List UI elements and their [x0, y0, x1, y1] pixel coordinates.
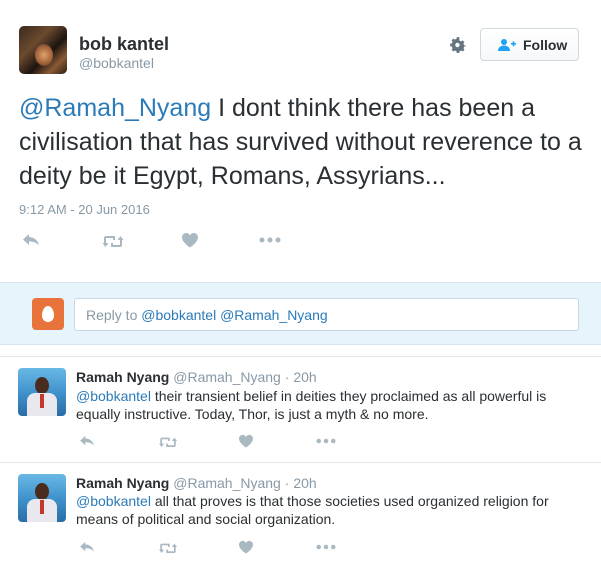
reply-mention[interactable]: @bobkantel	[76, 493, 151, 509]
reply-time[interactable]: 20h	[293, 369, 316, 385]
retweet-icon[interactable]	[156, 432, 180, 450]
avatar[interactable]	[18, 368, 66, 416]
reply-icon[interactable]	[75, 432, 99, 450]
reply-text: @bobkantel all that proves is that those…	[76, 492, 581, 528]
like-icon[interactable]	[234, 538, 258, 556]
reply-input[interactable]: Reply to @bobkantel @Ramah_Nyang	[74, 298, 579, 331]
author-avatar[interactable]	[19, 26, 67, 74]
reply-header: Ramah Nyang @Ramah_Nyang · 20h	[76, 475, 317, 491]
reply-text: @bobkantel their transient belief in dei…	[76, 387, 581, 423]
retweet-icon[interactable]	[101, 231, 125, 249]
avatar[interactable]	[18, 474, 66, 522]
gear-icon[interactable]	[447, 34, 469, 56]
egg-avatar-icon	[32, 298, 64, 330]
reply-mentions: @bobkantel @Ramah_Nyang	[141, 306, 328, 323]
reply-compose-area: Reply to @bobkantel @Ramah_Nyang	[0, 282, 601, 345]
more-icon[interactable]	[258, 231, 282, 249]
author-name[interactable]: bob kantel	[79, 34, 169, 55]
reply-tweet: Ramah Nyang @Ramah_Nyang · 20h @bobkante…	[0, 463, 601, 568]
reply-author-handle[interactable]: @Ramah_Nyang	[173, 369, 281, 385]
reply-header: Ramah Nyang @Ramah_Nyang · 20h	[76, 369, 317, 385]
reply-author-name[interactable]: Ramah Nyang	[76, 475, 169, 491]
reply-mention[interactable]: @bobkantel	[76, 388, 151, 404]
tweet-text: @Ramah_Nyang I dont think there has been…	[19, 91, 589, 193]
reply-icon[interactable]	[75, 538, 99, 556]
follow-button[interactable]: Follow	[480, 28, 579, 61]
like-icon[interactable]	[234, 432, 258, 450]
more-icon[interactable]	[314, 538, 338, 556]
follow-label: Follow	[523, 36, 568, 53]
reply-tweet: Ramah Nyang @Ramah_Nyang · 20h @bobkante…	[0, 357, 601, 462]
main-tweet: bob kantel @bobkantel Follow @Ramah_Nyan…	[0, 0, 601, 282]
follow-person-icon	[498, 38, 516, 51]
more-icon[interactable]	[314, 432, 338, 450]
reply-author-handle[interactable]: @Ramah_Nyang	[173, 475, 281, 491]
reply-prefix: Reply to	[86, 306, 138, 323]
author-handle[interactable]: @bobkantel	[79, 55, 154, 71]
like-icon[interactable]	[178, 231, 202, 249]
reply-icon[interactable]	[19, 231, 43, 249]
tweet-timestamp[interactable]: 9:12 AM - 20 Jun 2016	[19, 202, 150, 217]
reply-author-name[interactable]: Ramah Nyang	[76, 369, 169, 385]
tweet-mention[interactable]: @Ramah_Nyang	[19, 94, 211, 122]
reply-time[interactable]: 20h	[293, 475, 316, 491]
retweet-icon[interactable]	[156, 538, 180, 556]
